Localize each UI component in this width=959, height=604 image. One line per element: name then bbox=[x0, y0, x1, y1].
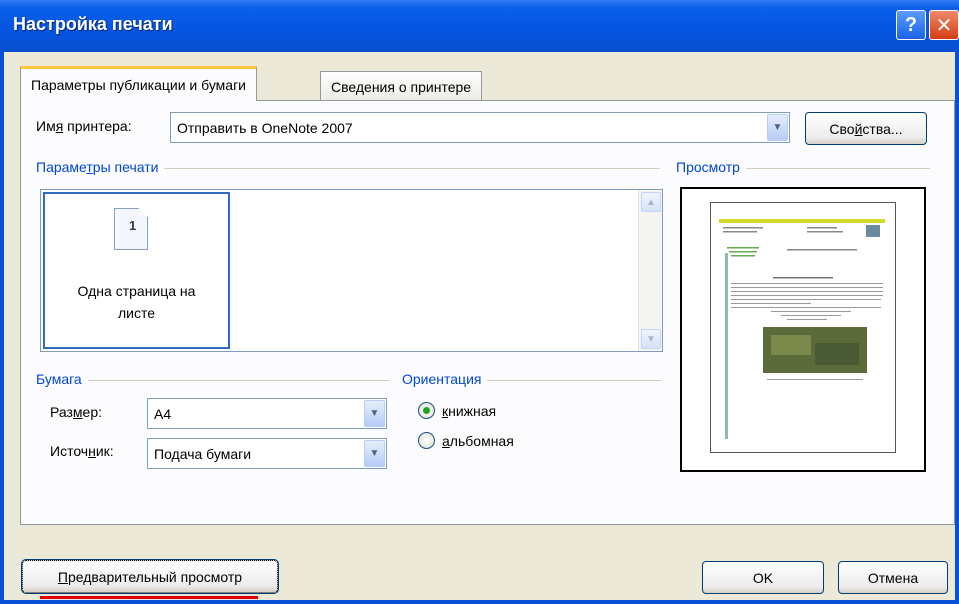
preview-title: Просмотр bbox=[676, 159, 746, 175]
close-icon: ✕ bbox=[935, 14, 953, 37]
paper-source-select[interactable]: Подача бумаги ▼ bbox=[147, 438, 387, 469]
ok-button-label: OK bbox=[752, 569, 774, 586]
portrait-radio[interactable] bbox=[418, 402, 435, 419]
print-preview-button-label: Предварительный просмотр bbox=[57, 568, 243, 585]
printer-select[interactable]: Отправить в OneNote 2007 ▼ bbox=[170, 112, 790, 143]
help-button[interactable]: ? bbox=[896, 10, 926, 40]
portrait-label[interactable]: книжная bbox=[442, 403, 496, 419]
close-button[interactable]: ✕ bbox=[929, 10, 959, 40]
option-caption: Одна страница на листе bbox=[77, 283, 196, 321]
paper-size-value: A4 bbox=[154, 406, 172, 422]
ok-button[interactable]: OK bbox=[702, 561, 824, 594]
tab-publication-and-paper[interactable]: Параметры публикации и бумаги bbox=[20, 66, 258, 101]
preview-page-thumbnail bbox=[710, 202, 896, 453]
window-title: Настройка печати bbox=[13, 14, 173, 34]
preview-pane bbox=[680, 187, 926, 472]
paper-source-label: Источник: bbox=[50, 443, 114, 459]
properties-button-label: Свойства... bbox=[829, 120, 903, 137]
preview-document-image bbox=[719, 219, 885, 439]
tab-label: Сведения о принтере bbox=[331, 78, 472, 95]
chevron-up-icon: ▲ bbox=[646, 196, 656, 208]
chevron-down-icon: ▼ bbox=[646, 333, 656, 345]
page-icon: 1 bbox=[114, 208, 148, 250]
one-page-per-sheet-option[interactable]: 1 Одна страница на листе bbox=[43, 192, 230, 349]
scroll-down-button[interactable]: ▼ bbox=[641, 329, 661, 349]
landscape-label[interactable]: альбомная bbox=[442, 433, 514, 449]
printer-select-value: Отправить в OneNote 2007 bbox=[177, 120, 353, 136]
help-icon: ? bbox=[904, 13, 918, 36]
properties-button[interactable]: Свойства... bbox=[805, 112, 927, 145]
vertical-scrollbar[interactable]: ▲ ▼ bbox=[638, 190, 662, 351]
print-preview-button[interactable]: Предварительный просмотр bbox=[21, 559, 279, 594]
paper-source-value: Подача бумаги bbox=[154, 446, 252, 462]
paper-divider bbox=[36, 380, 390, 381]
landscape-radio[interactable] bbox=[418, 432, 435, 449]
chevron-down-icon[interactable]: ▼ bbox=[364, 400, 385, 427]
chevron-down-icon[interactable]: ▼ bbox=[364, 440, 385, 467]
chevron-down-icon[interactable]: ▼ bbox=[767, 114, 788, 141]
paper-size-label: Размер: bbox=[50, 404, 103, 420]
annotation-underline bbox=[40, 596, 258, 599]
tab-printer-details[interactable]: Сведения о принтере bbox=[320, 71, 483, 101]
paper-size-select[interactable]: A4 ▼ bbox=[147, 398, 387, 429]
print-options-title: Параметры печати bbox=[36, 159, 165, 175]
title-bar[interactable]: Настройка печати ? ✕ bbox=[0, 0, 959, 52]
cancel-button-label: Отмена bbox=[867, 569, 919, 586]
paper-title: Бумага bbox=[36, 371, 88, 387]
scroll-up-button[interactable]: ▲ bbox=[641, 192, 661, 212]
tab-label: Параметры публикации и бумаги bbox=[31, 77, 247, 93]
printer-name-label: Имя принтера: bbox=[36, 118, 132, 134]
print-options-list[interactable]: 1 Одна страница на листе ▲ ▼ bbox=[40, 189, 663, 352]
orientation-title: Ориентация bbox=[402, 371, 488, 387]
cancel-button[interactable]: Отмена bbox=[838, 561, 948, 594]
